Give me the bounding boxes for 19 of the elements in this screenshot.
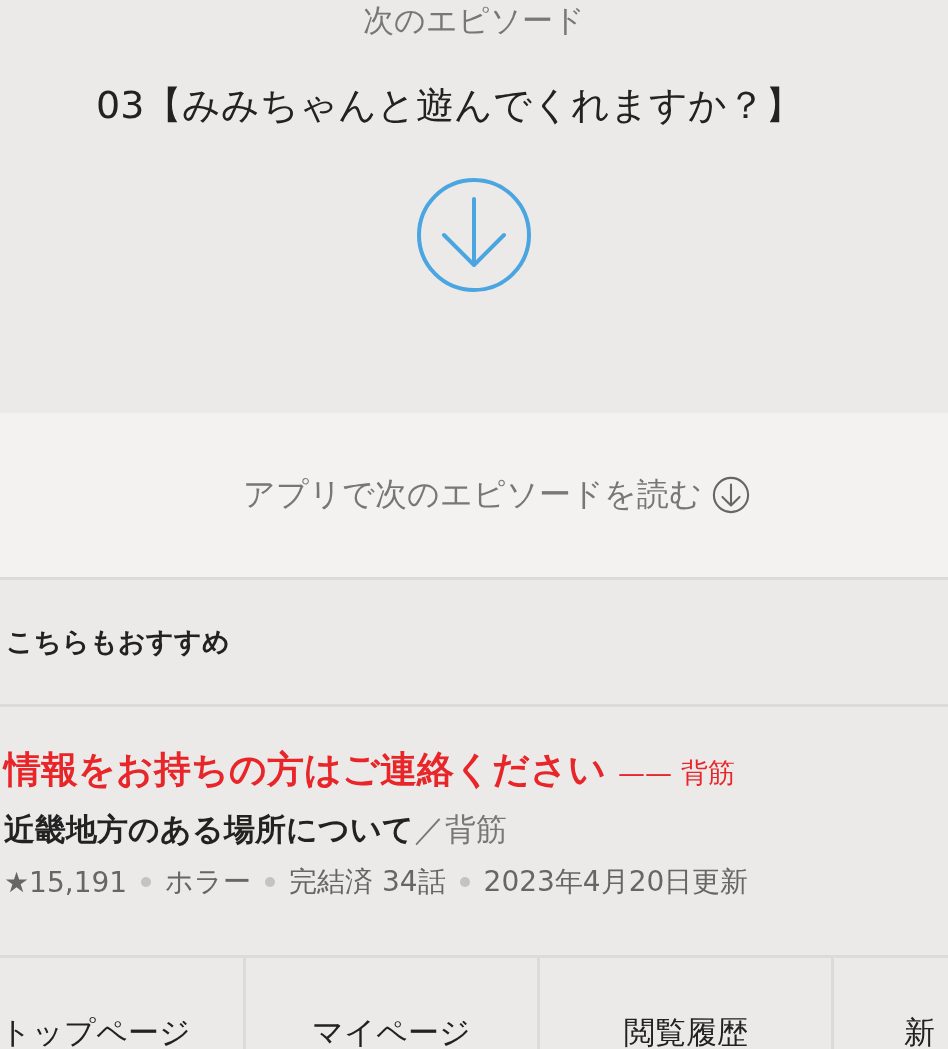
meta-text: ★15,191 (4, 865, 128, 899)
nav-tab[interactable]: トップページ (0, 958, 246, 1049)
meta-text: 完結済 34話 (289, 864, 446, 900)
next-episode-label: 次のエピソード (363, 1, 585, 40)
next-episode-title[interactable]: 03【みみちゃんと遊んでくれますか？】 (96, 82, 804, 128)
app-link[interactable]: アプリで次のエピソードを読む (243, 473, 750, 517)
separator-dot (265, 877, 276, 887)
work-title[interactable]: 近畿地方のある場所について (4, 809, 414, 851)
nav-tab[interactable]: 新 (834, 958, 948, 1049)
catchphrase[interactable]: 情報をお持ちの方はご連絡ください (4, 745, 606, 795)
nav-tab[interactable]: マイページ (246, 958, 540, 1049)
nav-tab[interactable]: 閲覧履歴 (540, 958, 834, 1049)
author-name[interactable]: ／背筋 (414, 809, 507, 851)
section-heading: こちらもおすすめ (6, 625, 230, 659)
separator-dot (459, 877, 470, 887)
catchphrase-author: —— 背筋 (618, 756, 735, 790)
separator-dot (141, 877, 152, 887)
meta-text: ホラー (165, 864, 252, 900)
meta-text: 2023年4月20日更新 (483, 864, 749, 900)
